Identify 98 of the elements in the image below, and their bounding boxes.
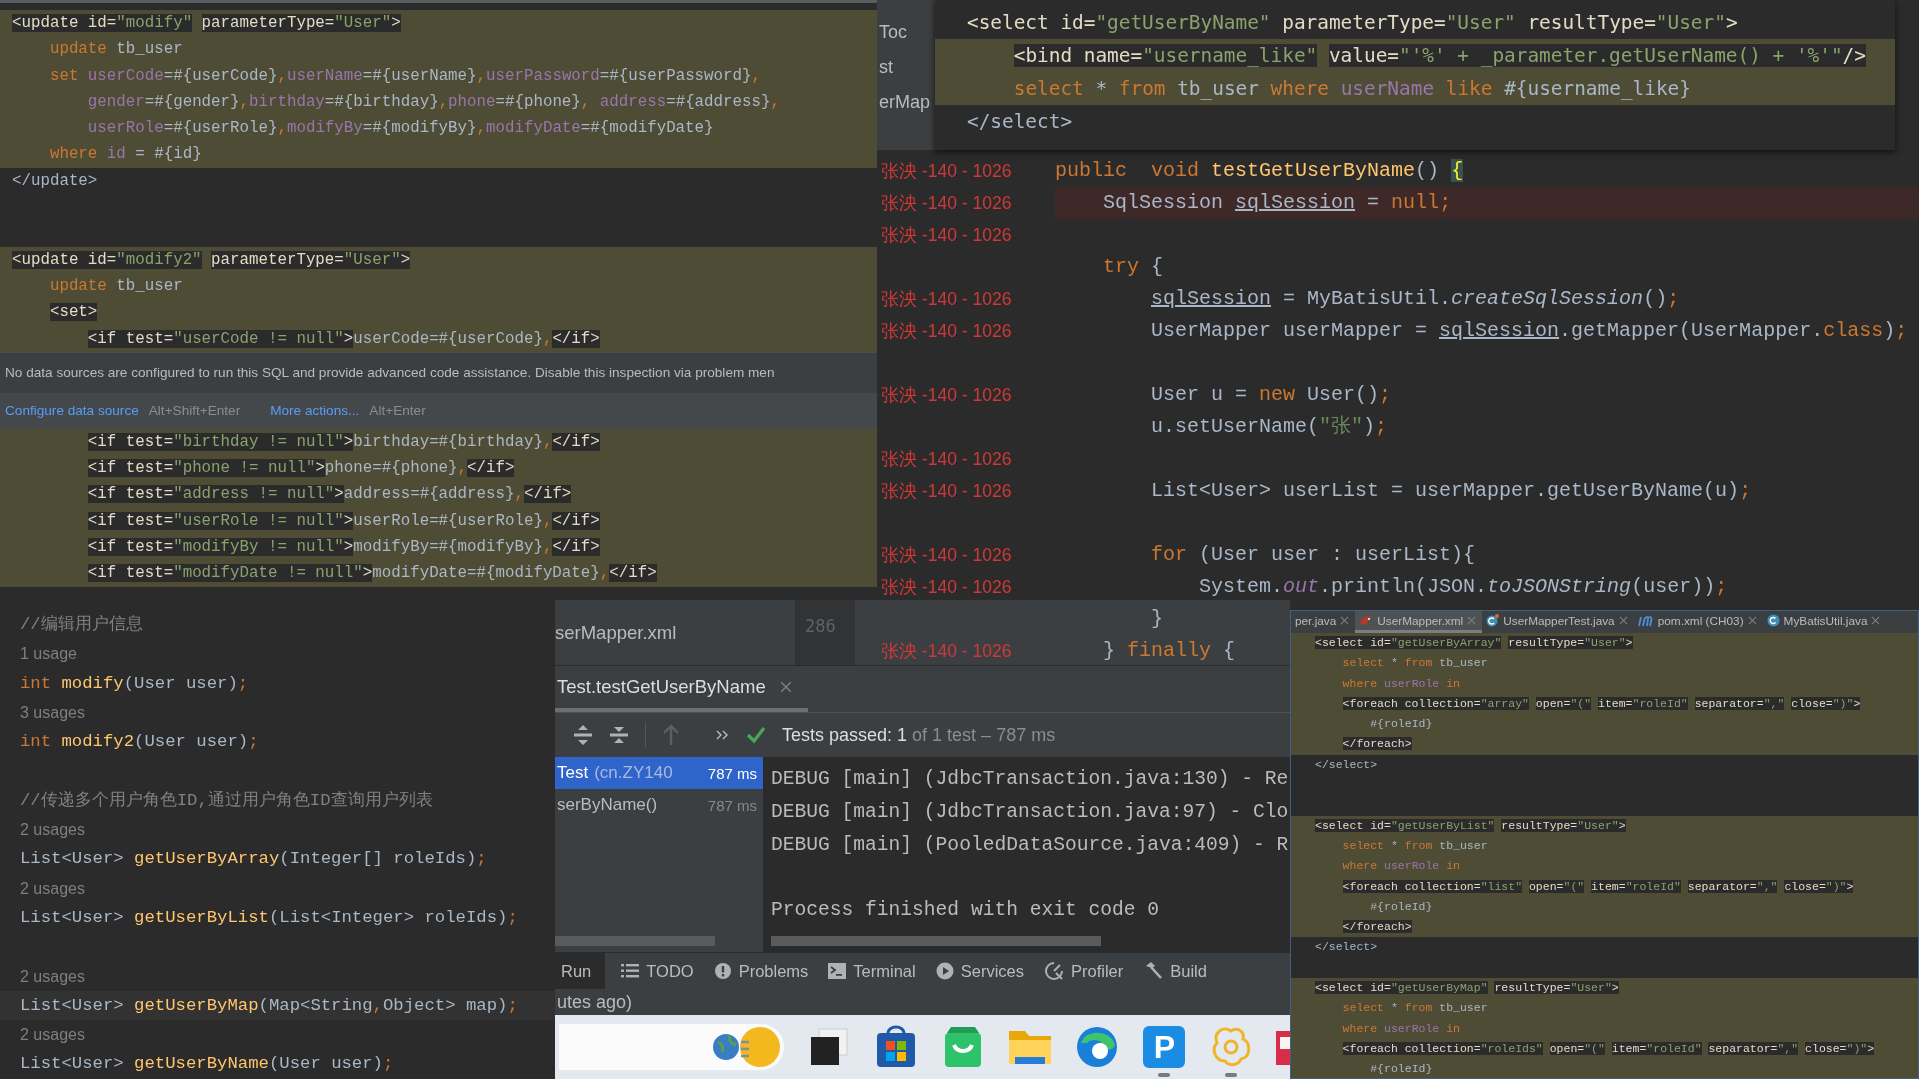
code-line: } [1150,606,1164,632]
console-line: Process finished with exit code 0 [771,898,1161,923]
stamp-text: 张泱 -140 - 1026 [880,480,1013,503]
code-line: public void testGetUserByName() { [1055,158,1464,184]
bird-icon [1359,614,1374,627]
scrollbar[interactable] [771,936,1101,946]
stamp-text: 张泱 -140 - 1026 [880,160,1013,183]
test-result: Tests passed: 1 of 1 test – 787 ms [782,724,1056,746]
console-tab[interactable]: Test.testGetUserByName [555,666,808,712]
stamp-text: 张泱 -140 - 1026 [880,224,1013,247]
code-line: <select id="getUserByName" parameterType="User" resultType="User"> [966,10,1739,36]
status-text: utes ago) [557,992,633,1012]
code-line: //传递多个用户角色ID,通过用户角色ID查询用户列表 [19,789,434,812]
maven-icon [1637,614,1654,627]
code-line: System.out.println(JSON.toJSONString(user)); [1198,574,1728,600]
stamp-text: 张泱 -140 - 1026 [880,384,1013,407]
editor-tab[interactable]: UserMapperTest.java [1482,611,1634,633]
test-tree-item[interactable]: Test (cn.ZY140 787 ms [555,757,763,789]
code-line: //编辑用户信息 [19,614,144,636]
editor-tab[interactable]: UserMapper.xml [1355,611,1483,633]
code-line: } finally { [1102,638,1236,664]
editor-tab[interactable]: pom.xml (CH03) [1633,611,1763,633]
stamp-text: 张泱 -140 - 1026 [880,288,1013,311]
close-icon[interactable] [1618,616,1628,625]
close-icon[interactable] [779,681,792,693]
tool-window-tab[interactable]: Problems [709,953,813,989]
running-indicator [1158,1073,1171,1077]
tool-window-tab[interactable]: TODO [617,953,698,989]
editor-tab[interactable]: per.java [1291,611,1356,633]
warning-icon [713,962,732,980]
close-icon[interactable] [1747,616,1757,625]
usage-hint: 2 usages [19,878,86,899]
code-line: User u = new User(); [1150,382,1392,408]
tool-window-tab[interactable]: Terminal [824,953,920,989]
usage-hint: 2 usages [19,1025,86,1046]
code-line: List<User> userList = userMapper.getUserByName(u); [1150,478,1752,504]
close-icon[interactable] [1467,616,1477,625]
running-indicator [1225,1073,1238,1077]
tool-window-tab[interactable]: Build [1139,953,1211,989]
stamp-text: 张泱 -140 - 1026 [880,544,1013,567]
shortcut-hint: Alt+Shift+Enter [148,403,241,419]
tool-window-tab[interactable]: Profiler [1040,953,1128,989]
console-line: DEBUG [main] (PooledDataSource.java:409) - R [771,833,1290,858]
code-line: u.setUserName("张"); [1150,414,1388,440]
code-line: </select> [966,109,1074,135]
stamp-text: 张泱 -140 - 1026 [880,576,1013,599]
inspection-message: No data sources are configured to run this SQL and provide advanced code assistance. Disable this inspection via problem men [5,365,775,381]
terminal-icon [828,963,847,979]
scrollbar[interactable] [555,936,715,946]
tool-window-tab[interactable]: Run [555,953,606,989]
stamp-text: 张泱 -140 - 1026 [880,320,1013,343]
play-icon [935,962,954,980]
code-line: </select> [1314,939,1379,956]
code-line: </update> [11,170,99,192]
close-icon[interactable] [1340,616,1350,625]
code-line: List<User> getUserByArray(Integer[] roleIds); [19,848,488,871]
stamp-text: 张泱 -140 - 1026 [880,448,1013,471]
check-icon [746,726,766,744]
sidebar-item[interactable]: Toc [877,22,935,43]
gauge-icon [1044,961,1064,981]
class-icon [1766,614,1780,627]
sidebar-item[interactable]: erMap [877,92,935,113]
test-tree-item[interactable]: serByName() 787 ms [555,789,763,821]
app-icon[interactable]: P [1143,1026,1186,1068]
code-line: sqlSession = MyBatisUtil.createSqlSession(); [1150,286,1680,312]
action-link[interactable]: More actions... [270,403,360,419]
search-field[interactable] [559,1024,785,1070]
file-item[interactable]: serMapper.xml [555,622,677,643]
code-line: List<User> getUserByList(List<Integer> roleIds); [19,906,519,929]
console-line: DEBUG [main] (JdbcTransaction.java:130) - Re [771,767,1290,792]
sidebar-item[interactable]: st [877,57,935,78]
expand-all-icon[interactable] [573,724,593,746]
code-line: int modify(User user); [19,672,250,695]
weather-icon [710,1024,781,1070]
usage-hint: 2 usages [19,966,86,987]
class-icon [1486,614,1500,627]
shortcut-hint: Alt+Enter [369,403,426,419]
usage-hint: 1 usage [19,644,78,665]
list-icon [621,963,640,979]
code-line: try { [1102,254,1164,280]
chevrons-icon[interactable] [716,729,730,741]
usage-hint: 3 usages [19,702,86,723]
code-line: </select> [1314,756,1379,773]
action-link[interactable]: Configure data source [5,403,139,419]
code-line: for (User user : userList){ [1150,542,1476,568]
console-line: DEBUG [main] (JdbcTransaction.java:97) - Clo [771,800,1290,825]
usage-hint: 2 usages [19,820,86,841]
editor-tab[interactable]: MyBatisUtil.java [1762,611,1887,633]
stamp-text: 张泱 -140 - 1026 [880,192,1013,215]
code-line: int modify2(User user); [19,731,260,754]
up-arrow-icon[interactable] [662,724,680,746]
code-line: List<User> getUserByName(User user); [19,1053,395,1076]
browser-icon[interactable] [1075,1025,1120,1069]
collapse-all-icon[interactable] [609,724,629,746]
stamp-text: 张泱 -140 - 1026 [880,640,1013,663]
close-icon[interactable] [1871,616,1881,625]
tool-window-tab[interactable]: Services [931,953,1028,989]
code-line: UserMapper userMapper = sqlSession.getMapper(UserMapper.class); [1150,318,1908,344]
